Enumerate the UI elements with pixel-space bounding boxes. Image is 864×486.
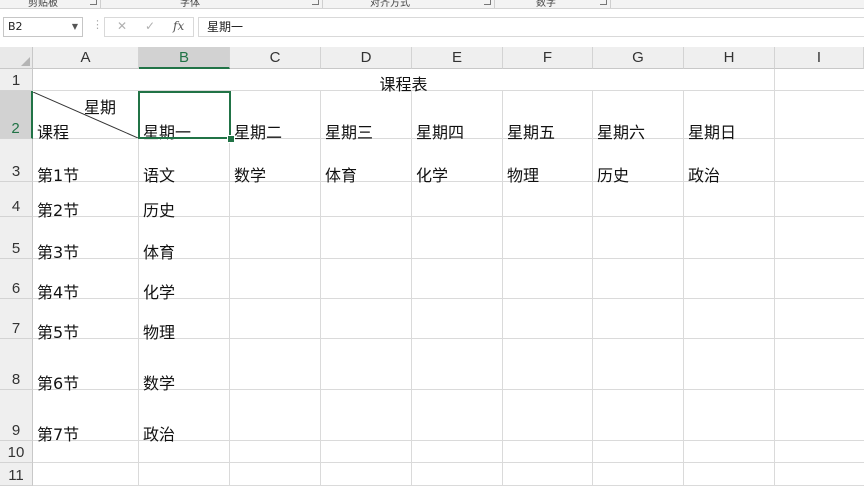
row-header-1[interactable]: 1 [0, 69, 33, 91]
course-cell[interactable]: 历史 [597, 162, 629, 186]
period-label[interactable]: 第4节 [37, 279, 79, 303]
name-box-value: B2 [8, 20, 23, 33]
ribbon-group-number: 数字 [536, 0, 556, 9]
gridline [592, 91, 593, 486]
day-sunday[interactable]: 星期日 [688, 119, 736, 143]
period-label[interactable]: 第1节 [37, 162, 79, 186]
row-header-6[interactable]: 6 [0, 259, 33, 299]
course-cell[interactable]: 体育 [325, 162, 357, 186]
column-header-c[interactable]: C [230, 47, 321, 69]
formula-bar: B2 ▼ ⋮ ✕ ✓ fx 星期一 [0, 9, 864, 43]
period-label[interactable]: 第5节 [37, 319, 79, 343]
gridline [774, 69, 775, 486]
row-header-7[interactable]: 7 [0, 299, 33, 339]
ribbon-group-alignment: 对齐方式 [370, 0, 410, 9]
course-cell[interactable]: 语文 [143, 162, 175, 186]
column-header-b[interactable]: B [139, 47, 230, 69]
header-course-label[interactable]: 课程 [37, 119, 69, 143]
ribbon-separator [610, 0, 611, 8]
period-label[interactable]: 第3节 [37, 239, 79, 263]
course-cell[interactable]: 物理 [143, 319, 175, 343]
formula-input[interactable]: 星期一 [198, 17, 864, 37]
row-header-4[interactable]: 4 [0, 182, 33, 217]
column-header-i[interactable]: I [775, 47, 864, 69]
gridline [502, 91, 503, 486]
insert-function-icon[interactable]: fx [173, 19, 184, 33]
formula-buttons: ✕ ✓ fx [104, 17, 194, 37]
row-header-8[interactable]: 8 [0, 339, 33, 390]
day-saturday[interactable]: 星期六 [597, 119, 645, 143]
period-label[interactable]: 第2节 [37, 197, 79, 221]
active-cell-border[interactable] [138, 91, 231, 139]
row-header-2[interactable]: 2 [0, 91, 33, 139]
ribbon-group-labels: 剪贴板 字体 对齐方式 数字 [0, 0, 864, 9]
dialog-launcher-icon[interactable] [90, 0, 97, 5]
dialog-launcher-icon[interactable] [484, 0, 491, 5]
ribbon-group-font: 字体 [180, 0, 200, 9]
course-cell[interactable]: 历史 [143, 197, 175, 221]
column-header-g[interactable]: G [593, 47, 684, 69]
dialog-launcher-icon[interactable] [600, 0, 607, 5]
gridline [683, 91, 684, 486]
course-cell[interactable]: 政治 [143, 421, 175, 445]
row-header-11[interactable]: 11 [0, 463, 33, 486]
cancel-icon[interactable]: ✕ [117, 19, 127, 33]
gridline [138, 91, 139, 486]
day-tuesday[interactable]: 星期二 [234, 119, 282, 143]
column-header-a[interactable]: A [33, 47, 139, 69]
column-header-e[interactable]: E [412, 47, 503, 69]
ribbon-separator [494, 0, 495, 8]
gridline [33, 462, 864, 463]
day-thursday[interactable]: 星期四 [416, 119, 464, 143]
column-header-d[interactable]: D [321, 47, 412, 69]
column-header-f[interactable]: F [503, 47, 593, 69]
gridline [229, 91, 230, 486]
day-friday[interactable]: 星期五 [507, 119, 555, 143]
gridline [411, 91, 412, 486]
course-cell[interactable]: 体育 [143, 239, 175, 263]
course-cell[interactable]: 化学 [416, 162, 448, 186]
ribbon-separator [322, 0, 323, 8]
name-box[interactable]: B2 ▼ [3, 17, 83, 37]
gridline [320, 91, 321, 486]
ribbon-group-clipboard: 剪贴板 [28, 0, 58, 9]
day-wednesday[interactable]: 星期三 [325, 119, 373, 143]
header-day-label[interactable]: 星期 [84, 94, 116, 118]
row-header-5[interactable]: 5 [0, 217, 33, 259]
period-label[interactable]: 第6节 [37, 370, 79, 394]
confirm-icon[interactable]: ✓ [145, 19, 155, 33]
row-header-10[interactable]: 10 [0, 441, 33, 463]
course-cell[interactable]: 化学 [143, 279, 175, 303]
course-cell[interactable]: 物理 [507, 162, 539, 186]
dialog-launcher-icon[interactable] [312, 0, 319, 5]
ribbon-separator [100, 0, 101, 8]
row-header-3[interactable]: 3 [0, 139, 33, 182]
course-cell[interactable]: 数学 [234, 162, 266, 186]
course-cell[interactable]: 数学 [143, 370, 175, 394]
period-label[interactable]: 第7节 [37, 421, 79, 445]
fill-handle[interactable] [227, 135, 235, 143]
spreadsheet-grid[interactable]: A B C D E F G H I 1 2 3 4 5 6 7 8 9 10 1… [0, 47, 864, 486]
course-cell[interactable]: 政治 [688, 162, 720, 186]
chevron-down-icon[interactable]: ▼ [72, 18, 78, 36]
column-header-h[interactable]: H [684, 47, 775, 69]
row-header-9[interactable]: 9 [0, 390, 33, 441]
formula-bar-splitter-icon[interactable]: ⋮ [92, 18, 103, 31]
select-all-button[interactable] [0, 47, 33, 69]
